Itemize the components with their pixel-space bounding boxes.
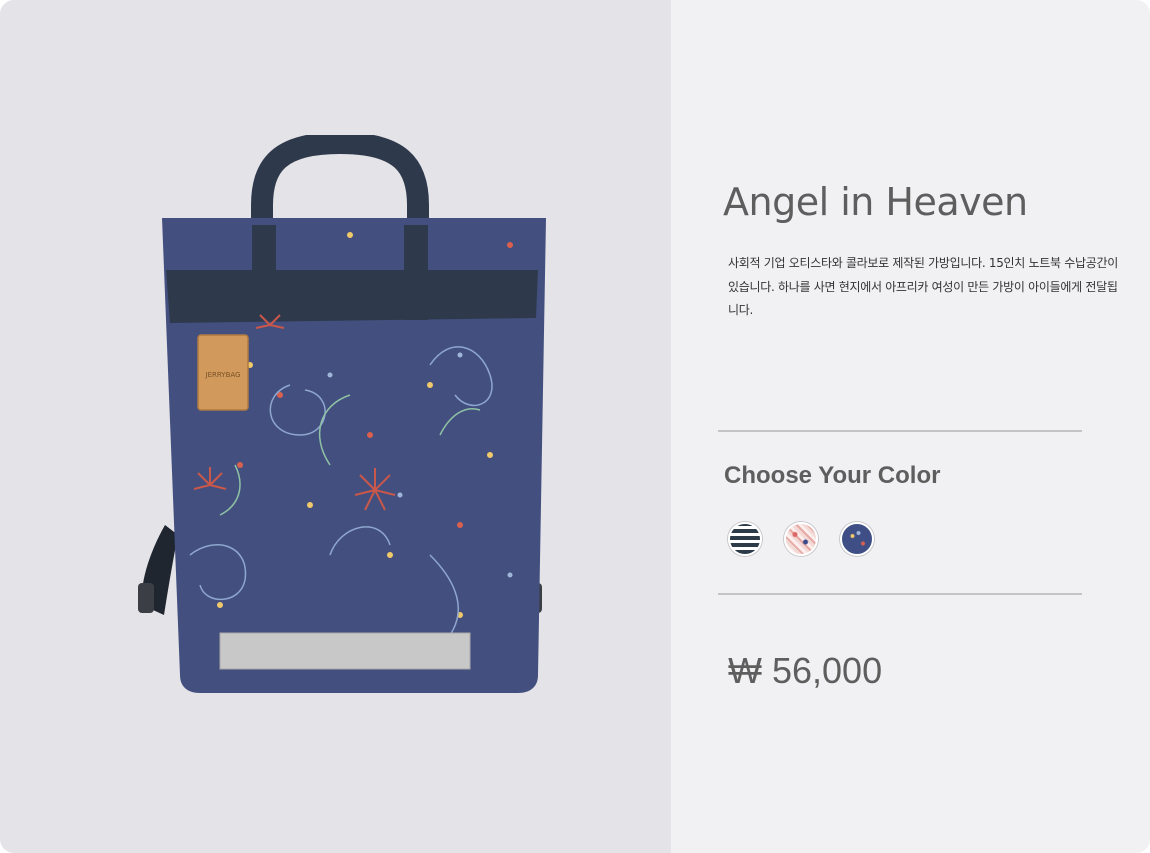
product-description: 사회적 기업 오티스타와 콜라보로 제작된 가방입니다. 15인치 노트북 수납… [728,256,1118,317]
brand-patch-label: JERRYBAG [205,371,241,379]
backpack-image: JERRYBAG [138,135,546,693]
divider [718,430,1082,432]
color-swatches [728,522,874,556]
color-picker-heading: Choose Your Color [724,462,941,489]
color-swatch-blue-pattern[interactable] [840,522,874,556]
product-card: JERRYBAG Angel in Heaven 사회적 기업 오티스타와 콜라… [0,0,1150,853]
divider [718,593,1082,595]
color-swatch-navy-stripe[interactable] [728,522,762,556]
product-price: ₩ 56,000 [728,650,883,691]
product-info-panel: Angel in Heaven 사회적 기업 오티스타와 콜라보로 제작된 가방… [671,0,1150,853]
color-swatch-pink-pattern[interactable] [784,522,818,556]
product-title: Angel in Heaven [723,180,1028,224]
product-image-panel: JERRYBAG [0,0,671,853]
